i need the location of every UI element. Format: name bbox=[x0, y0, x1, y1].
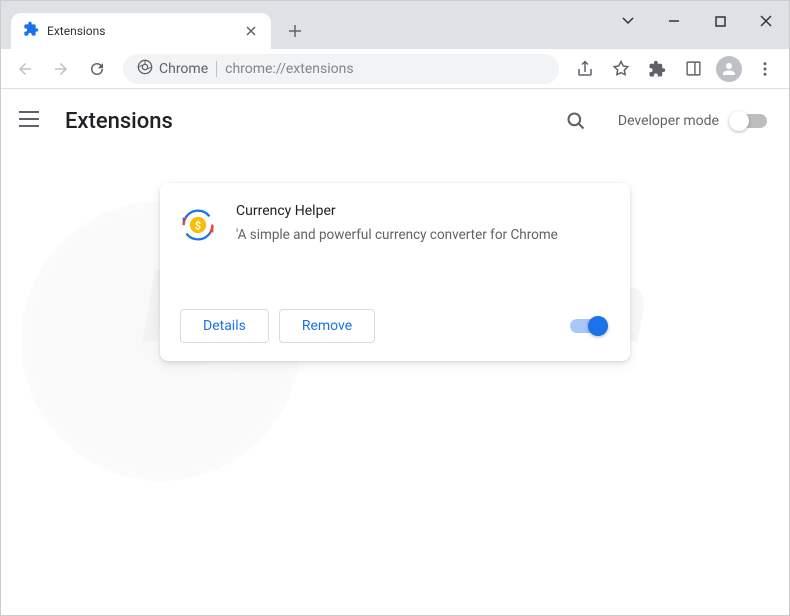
address-bar[interactable]: Chrome chrome://extensions bbox=[123, 54, 559, 84]
new-tab-button[interactable] bbox=[281, 17, 309, 45]
url-text: chrome://extensions bbox=[225, 61, 353, 77]
remove-button[interactable]: Remove bbox=[279, 309, 375, 343]
back-button[interactable] bbox=[9, 53, 41, 85]
omnibox-divider bbox=[216, 61, 217, 77]
developer-mode-label: Developer mode bbox=[618, 113, 719, 129]
maximize-button[interactable] bbox=[697, 1, 743, 41]
minimize-button[interactable] bbox=[651, 1, 697, 41]
profile-avatar[interactable] bbox=[713, 53, 745, 85]
menu-hamburger-icon[interactable] bbox=[19, 111, 43, 131]
bookmark-star-icon[interactable] bbox=[605, 53, 637, 85]
share-icon[interactable] bbox=[569, 53, 601, 85]
dropdown-icon[interactable] bbox=[605, 1, 651, 41]
search-icon[interactable] bbox=[556, 101, 596, 141]
extension-card: $ Currency Helper 'A simple and powerful… bbox=[160, 183, 630, 361]
extensions-puzzle-icon[interactable] bbox=[641, 53, 673, 85]
extension-name: Currency Helper bbox=[236, 203, 610, 219]
menu-dots-icon[interactable] bbox=[749, 53, 781, 85]
extension-puzzle-icon bbox=[23, 21, 39, 41]
extension-description: 'A simple and powerful currency converte… bbox=[236, 225, 610, 245]
browser-tab[interactable]: Extensions bbox=[11, 13, 271, 49]
details-button[interactable]: Details bbox=[180, 309, 269, 343]
tab-close-icon[interactable] bbox=[243, 23, 259, 39]
window-titlebar: Extensions bbox=[1, 1, 789, 49]
developer-mode-toggle[interactable] bbox=[731, 114, 767, 128]
side-panel-icon[interactable] bbox=[677, 53, 709, 85]
extension-app-icon: $ bbox=[180, 207, 216, 243]
extensions-page-header: Extensions Developer mode bbox=[1, 89, 789, 153]
close-button[interactable] bbox=[743, 1, 789, 41]
chrome-icon bbox=[137, 59, 153, 79]
forward-button[interactable] bbox=[45, 53, 77, 85]
extension-enable-toggle[interactable] bbox=[570, 319, 606, 333]
svg-text:$: $ bbox=[195, 220, 201, 233]
reload-button[interactable] bbox=[81, 53, 113, 85]
page-title: Extensions bbox=[65, 109, 534, 134]
tab-title: Extensions bbox=[47, 24, 235, 38]
chrome-label: Chrome bbox=[159, 61, 208, 77]
browser-toolbar: Chrome chrome://extensions bbox=[1, 49, 789, 89]
